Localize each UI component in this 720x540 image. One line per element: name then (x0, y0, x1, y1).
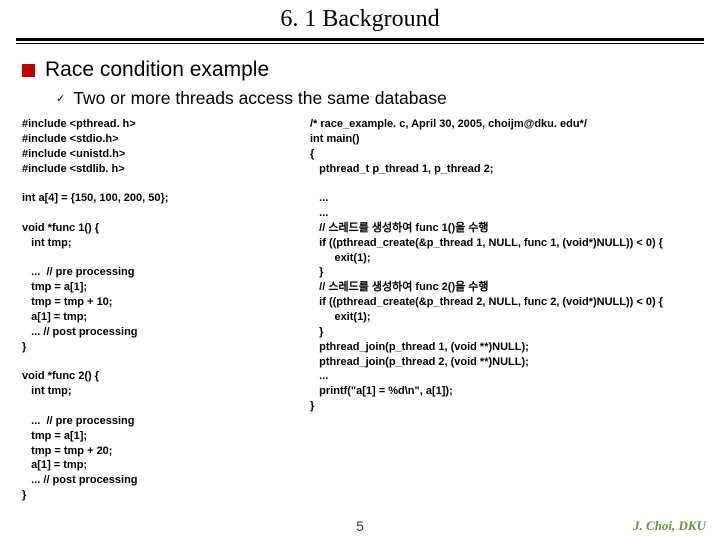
check-icon: ✓ (56, 92, 65, 105)
code-columns: #include <pthread. h> #include <stdio.h>… (18, 117, 702, 503)
footer-credit: J. Choi, DKU (633, 518, 706, 534)
section-subheading: Two or more threads access the same data… (73, 88, 447, 109)
slide-title: 6. 1 Background (280, 6, 439, 32)
page-number: 5 (0, 518, 720, 534)
divider-thick (16, 38, 704, 41)
code-right: /* race_example. c, April 30, 2005, choi… (308, 117, 702, 503)
section-heading: Race condition example (45, 58, 269, 82)
divider-thin (16, 43, 704, 44)
code-left: #include <pthread. h> #include <stdio.h>… (18, 117, 308, 503)
square-bullet-icon (22, 64, 35, 77)
